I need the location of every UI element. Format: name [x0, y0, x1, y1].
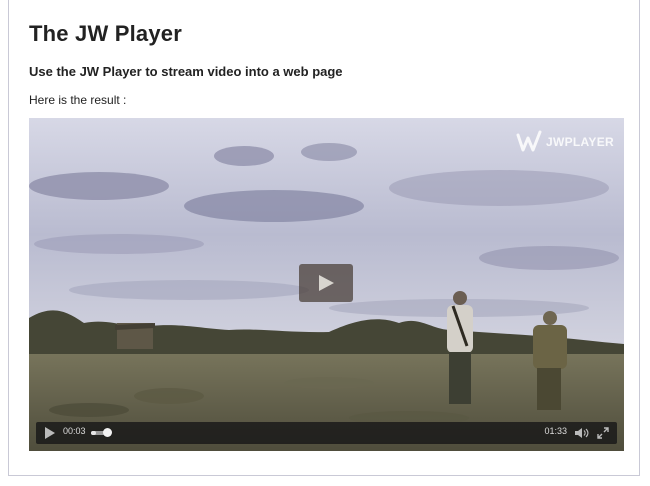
result-label: Here is the result :: [29, 93, 127, 107]
person-left: [447, 291, 473, 404]
duration-time: 01:33: [544, 426, 567, 436]
jwplayer-logo-icon: [516, 130, 542, 152]
control-bar: 00:03 01:33: [36, 422, 617, 444]
elapsed-time: 00:03: [63, 426, 86, 436]
page-title: The JW Player: [29, 21, 182, 46]
play-icon: [319, 275, 334, 291]
jwplayer-logo: JWPLAYER: [516, 127, 614, 157]
volume-icon[interactable]: [574, 426, 590, 440]
jwplayer-logo-text: JWPLAYER: [546, 135, 614, 149]
play-button[interactable]: [45, 427, 55, 439]
fullscreen-icon[interactable]: [597, 427, 609, 439]
seek-handle[interactable]: [103, 428, 112, 437]
seek-bar-progress: [91, 431, 96, 435]
video-player[interactable]: JWPLAYER 00:03 01:33: [29, 118, 624, 451]
page-subtitle: Use the JW Player to stream video into a…: [29, 64, 343, 79]
play-overlay-button[interactable]: [299, 264, 353, 302]
